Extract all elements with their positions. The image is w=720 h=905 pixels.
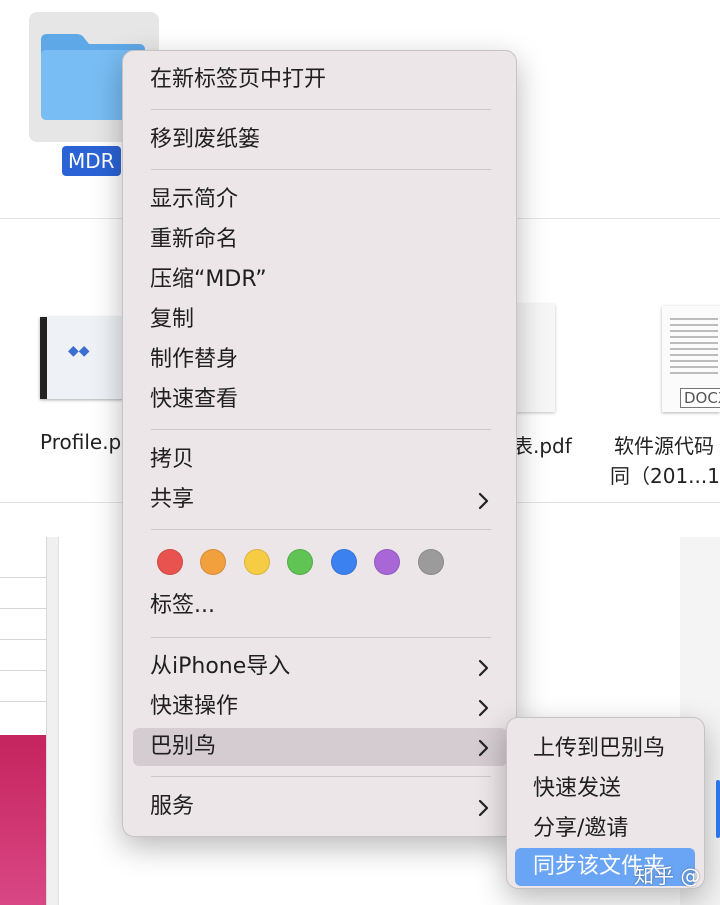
tag-red-dot[interactable] — [157, 549, 183, 575]
menu-item-compress[interactable]: 压缩“MDR” — [133, 261, 507, 299]
menu-item-label: 显示简介 — [150, 187, 239, 212]
menu-item-label: 巴别鸟 — [150, 734, 217, 759]
context-menu: 在新标签页中打开 移到废纸篓 显示简介 重新命名 压缩“MDR” 复制 制作替身… — [122, 50, 517, 837]
menu-item-label: 服务 — [150, 794, 195, 819]
menu-item-share[interactable]: 共享 — [133, 481, 507, 519]
tag-orange-dot[interactable] — [200, 549, 226, 575]
menu-item-import-from-iphone[interactable]: 从iPhone导入 — [133, 648, 507, 686]
menu-separator — [151, 169, 491, 170]
menu-item-label: 快速查看 — [150, 387, 239, 412]
submenu-item-quick-send[interactable]: 快速发送 — [515, 770, 695, 808]
background-image-strip — [0, 735, 46, 905]
menu-separator — [151, 637, 491, 638]
submenu-item-label: 快速发送 — [533, 776, 622, 801]
chevron-right-icon — [478, 739, 489, 757]
menu-item-tags[interactable]: 标签... — [133, 587, 507, 625]
submenu-item-share-invite[interactable]: 分享/邀请 — [515, 810, 695, 848]
thumbnail-edge — [40, 317, 47, 399]
chevron-right-icon — [478, 799, 489, 817]
file-name-profile[interactable]: Profile.p — [40, 430, 121, 454]
menu-item-services[interactable]: 服务 — [133, 788, 507, 826]
presentation-thumbnail[interactable]: ◆◆ — [40, 317, 126, 399]
chevron-right-icon — [478, 699, 489, 717]
document-text-lines — [670, 318, 718, 378]
folder-name-label[interactable]: MDR — [62, 146, 121, 176]
menu-separator — [151, 776, 491, 777]
tag-purple-dot[interactable] — [374, 549, 400, 575]
menu-item-rename[interactable]: 重新命名 — [133, 221, 507, 259]
sidebar-rows — [0, 547, 46, 727]
menu-item-label: 制作替身 — [150, 347, 239, 372]
menu-separator — [151, 429, 491, 430]
menu-item-label: 共享 — [150, 487, 195, 512]
menu-item-label: 标签... — [150, 593, 215, 618]
menu-item-label: 压缩“MDR” — [150, 267, 267, 292]
menu-item-babel-bird[interactable]: 巴别鸟 — [133, 728, 507, 766]
tag-blue-dot[interactable] — [331, 549, 357, 575]
tag-green-dot[interactable] — [287, 549, 313, 575]
menu-item-make-alias[interactable]: 制作替身 — [133, 341, 507, 379]
menu-item-label: 重新命名 — [150, 227, 239, 252]
file-name-docx-line2[interactable]: 同（201...19 — [610, 460, 720, 489]
tag-gray-dot[interactable] — [418, 549, 444, 575]
menu-item-open-in-new-tab[interactable]: 在新标签页中打开 — [133, 61, 507, 99]
logo-mark-icon: ◆◆ — [68, 343, 90, 359]
file-name-pdf[interactable]: 表.pdf — [513, 430, 572, 459]
chevron-right-icon — [478, 492, 489, 510]
menu-item-get-info[interactable]: 显示简介 — [133, 181, 507, 219]
menu-item-label: 从iPhone导入 — [150, 654, 291, 679]
submenu-item-label: 分享/邀请 — [533, 816, 629, 841]
menu-item-label: 快速操作 — [150, 694, 239, 719]
menu-item-quick-actions[interactable]: 快速操作 — [133, 688, 507, 726]
menu-item-label: 移到废纸篓 — [150, 127, 261, 152]
file-name-docx-line1[interactable]: 软件源代码 — [614, 430, 714, 459]
menu-item-copy[interactable]: 拷贝 — [133, 441, 507, 479]
docx-badge: DOCX — [680, 388, 720, 408]
background-accent-bar — [716, 780, 720, 838]
pdf-document-icon[interactable] — [513, 304, 555, 412]
chevron-right-icon — [478, 659, 489, 677]
menu-item-quick-look[interactable]: 快速查看 — [133, 381, 507, 419]
menu-separator — [151, 529, 491, 530]
menu-item-duplicate[interactable]: 复制 — [133, 301, 507, 339]
menu-item-label: 在新标签页中打开 — [150, 67, 327, 92]
menu-item-label: 复制 — [150, 307, 195, 332]
menu-item-move-to-trash[interactable]: 移到废纸篓 — [133, 121, 507, 159]
watermark-text: 知乎 @ — [634, 864, 701, 888]
menu-item-label: 拷贝 — [150, 447, 195, 472]
submenu-item-upload[interactable]: 上传到巴别鸟 — [515, 730, 695, 768]
tag-yellow-dot[interactable] — [244, 549, 270, 575]
menu-separator — [151, 109, 491, 110]
submenu-item-label: 上传到巴别鸟 — [533, 736, 666, 761]
